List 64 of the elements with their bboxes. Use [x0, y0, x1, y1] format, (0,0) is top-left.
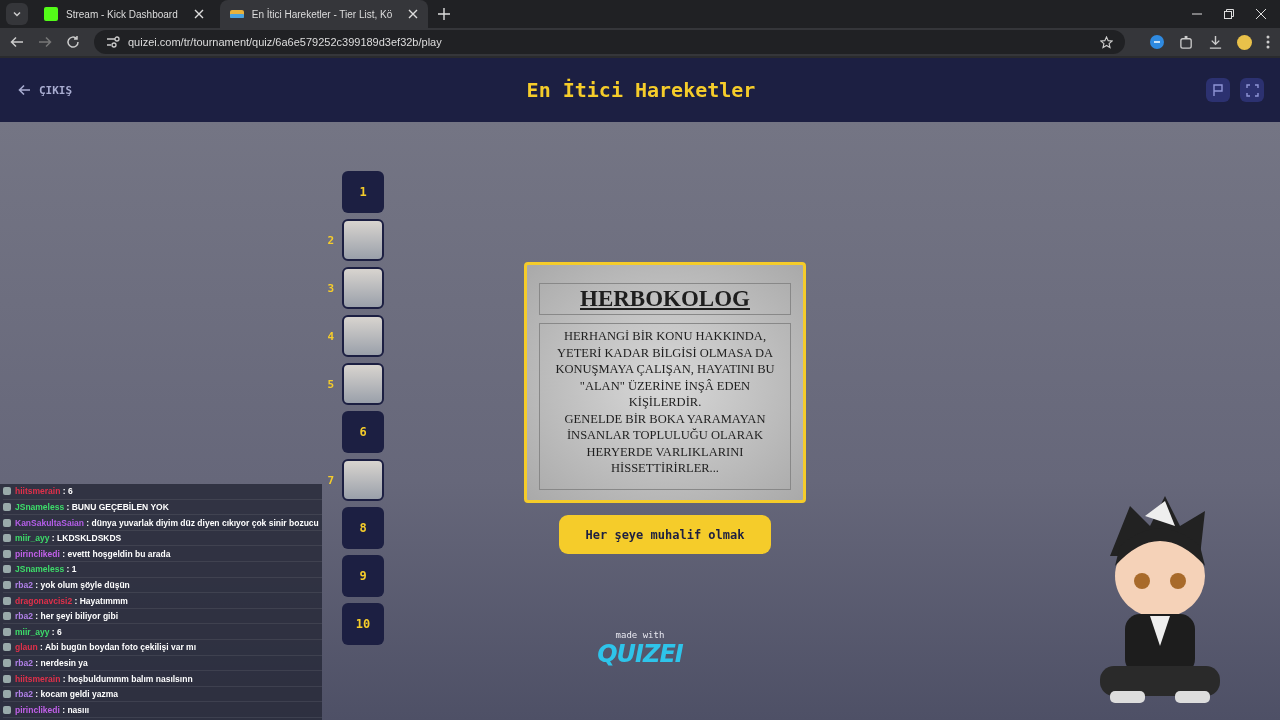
tab-list-button[interactable]	[6, 3, 28, 25]
rank-number: 3	[327, 281, 334, 295]
site-icon	[229, 7, 244, 21]
brand-logo: QUIZEI	[597, 640, 683, 668]
chat-message: rba2 : yok olum şöyle düşün	[15, 579, 130, 590]
back-arrow-icon[interactable]	[10, 35, 24, 49]
photo-placeholder[interactable]	[342, 219, 384, 261]
profile-avatar[interactable]	[1237, 34, 1252, 50]
chat-message: JSnameless : BUNU GEÇEBİLEN YOK	[15, 502, 169, 512]
chat-message: JSnameless : 1	[15, 564, 77, 575]
flag-icon	[1211, 83, 1225, 97]
answer-button[interactable]: Her şeye muhalif olmak	[559, 515, 771, 554]
fullscreen-icon	[1245, 83, 1259, 97]
rank-number: 5	[327, 377, 334, 391]
close-icon[interactable]	[1256, 9, 1266, 19]
browser-tab[interactable]: En İtici Hareketler - Tier List, Kö	[219, 0, 429, 28]
report-button[interactable]	[1206, 78, 1230, 102]
chat-message: rba2 : her şeyi biliyor gibi	[15, 611, 118, 622]
exit-link[interactable]: ÇIKIŞ	[18, 83, 218, 97]
chat-message: rba2 : nerdesin ya	[15, 657, 88, 668]
browser-tab[interactable]: Stream - Kick Dashboard	[34, 0, 214, 28]
chat-message: KanSakultaSaian : dünya yuvarlak diyim düz diyen cıkıyor çok sinir bozucu	[15, 517, 319, 528]
chat-message: miir_ayy : 6	[15, 626, 62, 637]
chat-message: miir_ayy : LKDSKLDSKDS	[15, 533, 122, 544]
reload-icon[interactable]	[66, 35, 80, 49]
photo-placeholder[interactable]	[342, 363, 384, 405]
rank-slot[interactable]: 1	[342, 171, 384, 213]
chat-message: dragonavcisi2 : Hayatımmm	[15, 595, 128, 606]
close-icon[interactable]	[408, 9, 419, 19]
card-heading: HERBOKOLOG	[539, 283, 791, 315]
chat-message: hiitsmerain : 6	[15, 486, 73, 497]
rank-number: 2	[327, 233, 334, 247]
site-settings-icon[interactable]	[106, 35, 120, 49]
fullscreen-button[interactable]	[1240, 78, 1264, 102]
extension-icon[interactable]	[1149, 34, 1165, 50]
rank-slot[interactable]: 8	[342, 507, 384, 549]
download-icon[interactable]	[1208, 34, 1223, 50]
quiz-title: En İtici Hareketler	[525, 78, 757, 102]
back-arrow-icon	[18, 84, 31, 96]
chat-message: glaun : Abi bugün boydan foto çekilişi var mı	[15, 642, 197, 653]
forward-arrow-icon[interactable]	[38, 35, 52, 49]
rank-number: 4	[327, 329, 334, 343]
chat-message: rba2 : kocam geldi yazma	[15, 689, 118, 700]
address-bar[interactable]: quizei.com/tr/tournament/quiz/6a6e579252c399189d3ef32b/play	[94, 30, 1125, 54]
new-tab-icon[interactable]	[438, 8, 451, 20]
site-icon	[44, 7, 58, 21]
card-text: GENELDE BİR BOKA YARAMAYAN İNSANLAR TOPLULUĞU OLARAK HERYERDE VARLIKLARINI HİSSETTİRİRLER...	[563, 410, 767, 477]
credit-text: made with	[615, 630, 665, 640]
rank-slot[interactable]: 10	[342, 603, 384, 645]
chat-message: pirinclikedi : nasııı	[15, 704, 90, 715]
chevron-down-icon	[12, 9, 22, 19]
menu-icon[interactable]	[1266, 35, 1270, 49]
rank-slot[interactable]: 6	[342, 411, 384, 453]
close-icon[interactable]	[193, 9, 204, 19]
photo-placeholder[interactable]	[342, 267, 384, 309]
photo-placeholder[interactable]	[342, 315, 384, 357]
photo-placeholder[interactable]	[342, 459, 384, 501]
restore-icon[interactable]	[1224, 9, 1234, 19]
card-text: HERHANGİ BİR KONU HAKKINDA, YETERİ KADAR BİLGİSİ OLMASA DA KONUŞMAYA ÇALIŞAN, HAYATINI BU "ALAN" ÜZERİNE İNŞÂ EDEN KİŞİLERDİR.	[554, 328, 776, 411]
rank-number: 7	[327, 473, 334, 487]
rank-slot[interactable]: 9	[342, 555, 384, 597]
star-icon[interactable]	[1100, 35, 1113, 49]
chat-message: hiitsmerain : hoşbuldummm balım nasılsınn	[15, 673, 193, 684]
chat-message: pirinclikedi : evettt hoşgeldin bu arada	[15, 548, 171, 559]
